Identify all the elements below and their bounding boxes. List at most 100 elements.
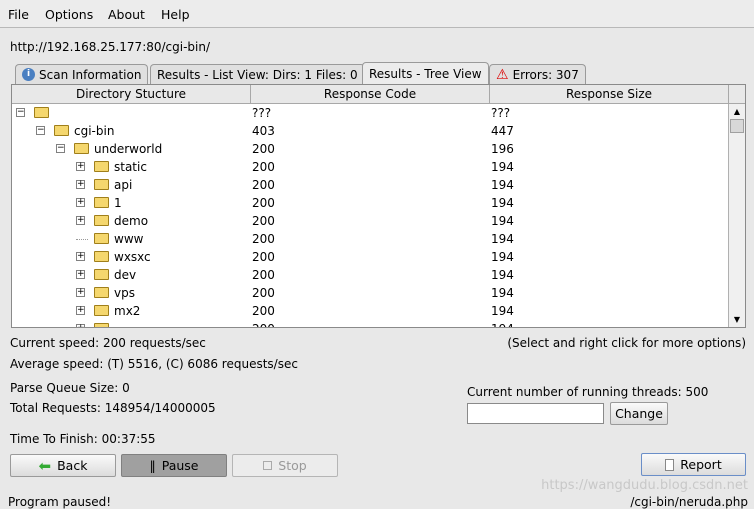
scroll-thumb[interactable] bbox=[730, 119, 744, 133]
response-size: ??? bbox=[491, 106, 511, 120]
target-url: http://192.168.25.177:80/cgi-bin/ bbox=[10, 40, 211, 54]
response-size: 194 bbox=[491, 214, 514, 228]
change-button[interactable]: Change bbox=[610, 402, 668, 425]
response-size: 194 bbox=[491, 160, 514, 174]
header-response-code[interactable]: Response Code bbox=[251, 85, 490, 104]
back-arrow-icon: ⬅ bbox=[38, 456, 52, 475]
response-code: ??? bbox=[252, 106, 272, 120]
pause-label: Pause bbox=[161, 458, 199, 473]
directory-name: demo bbox=[114, 214, 149, 228]
folder-icon bbox=[94, 161, 109, 172]
response-code: 200 bbox=[252, 232, 275, 246]
menu-options[interactable]: Options bbox=[45, 7, 93, 22]
tree-row[interactable]: +1 200 194 bbox=[12, 194, 728, 212]
tree-row[interactable]: +200 194 bbox=[12, 320, 728, 327]
average-speed: Average speed: (T) 5516, (C) 6086 reques… bbox=[10, 357, 298, 371]
current-speed: Current speed: 200 requests/sec bbox=[10, 336, 206, 350]
info-icon: i bbox=[22, 68, 35, 81]
collapse-toggle-icon[interactable]: − bbox=[36, 126, 45, 135]
response-size: 447 bbox=[491, 124, 514, 138]
response-size: 194 bbox=[491, 178, 514, 192]
time-to-finish: Time To Finish: 00:37:55 bbox=[10, 432, 156, 446]
back-button[interactable]: ⬅ Back bbox=[10, 454, 116, 477]
menu-help[interactable]: Help bbox=[161, 7, 190, 22]
response-code: 200 bbox=[252, 250, 275, 264]
response-code: 200 bbox=[252, 142, 275, 156]
watermark: https://wangdudu.blog.csdn.net bbox=[541, 478, 748, 493]
header-response-size[interactable]: Response Size bbox=[490, 85, 729, 104]
tree-row[interactable]: + demo 200 194 bbox=[12, 212, 728, 230]
tab-label: Results - Tree View bbox=[369, 66, 482, 81]
response-size: 194 bbox=[491, 304, 514, 318]
tree-row[interactable]: − underworld 200 196 bbox=[12, 140, 728, 158]
report-document-icon bbox=[665, 458, 675, 471]
stop-label: Stop bbox=[278, 458, 307, 473]
menu-about[interactable]: About bbox=[108, 7, 145, 22]
open-folder-icon bbox=[94, 233, 109, 244]
tab-errors[interactable]: ⚠ Errors: 307 bbox=[489, 64, 586, 84]
folder-icon bbox=[94, 305, 109, 316]
response-code: 403 bbox=[252, 124, 275, 138]
threads-input[interactable] bbox=[467, 403, 604, 424]
pause-button[interactable]: ‖ Pause bbox=[121, 454, 227, 477]
response-size: 194 bbox=[491, 320, 514, 327]
scroll-up-arrow[interactable]: ▲ bbox=[729, 104, 745, 119]
tree-row[interactable]: −?????? bbox=[12, 104, 728, 122]
response-size: 194 bbox=[491, 250, 514, 264]
folder-icon bbox=[94, 179, 109, 190]
tab-list-view[interactable]: Results - List View: Dirs: 1 Files: 0 bbox=[150, 64, 365, 84]
tab-label: Scan Information bbox=[39, 67, 142, 82]
report-button[interactable]: Report bbox=[641, 453, 746, 476]
scroll-down-arrow[interactable]: ▼ bbox=[729, 312, 745, 327]
expand-toggle-icon[interactable]: + bbox=[76, 324, 85, 327]
pause-icon: ‖ bbox=[149, 458, 156, 473]
expand-toggle-icon[interactable]: + bbox=[76, 180, 85, 189]
tab-scan-information[interactable]: i Scan Information bbox=[15, 64, 149, 84]
expand-toggle-icon[interactable]: + bbox=[76, 270, 85, 279]
response-code: 200 bbox=[252, 160, 275, 174]
folder-icon bbox=[94, 269, 109, 280]
expand-toggle-icon[interactable]: + bbox=[76, 288, 85, 297]
tree-row[interactable]: + dev 200 194 bbox=[12, 266, 728, 284]
response-code: 200 bbox=[252, 286, 275, 300]
tree-row[interactable]: + static 200 194 bbox=[12, 158, 728, 176]
folder-icon bbox=[94, 251, 109, 262]
tree-row[interactable]: + mx2 200 194 bbox=[12, 302, 728, 320]
directory-name: mx2 bbox=[114, 304, 141, 318]
response-code: 200 bbox=[252, 196, 275, 210]
directory-name: api bbox=[114, 178, 133, 192]
back-label: Back bbox=[57, 458, 88, 473]
tab-tree-view[interactable]: Results - Tree View bbox=[362, 62, 489, 84]
directory-name: static bbox=[114, 160, 147, 174]
right-click-hint: (Select and right click for more options… bbox=[507, 336, 746, 350]
expand-toggle-icon[interactable]: + bbox=[76, 216, 85, 225]
open-folder-icon bbox=[74, 143, 89, 154]
total-requests: Total Requests: 148954/14000005 bbox=[10, 401, 216, 415]
collapse-toggle-icon[interactable]: − bbox=[16, 108, 25, 117]
tree-row[interactable]: + vps 200 194 bbox=[12, 284, 728, 302]
tree-row[interactable]: + wxsxc 200 194 bbox=[12, 248, 728, 266]
menu-file[interactable]: File bbox=[8, 7, 29, 22]
collapse-toggle-icon[interactable]: − bbox=[56, 144, 65, 153]
vertical-scrollbar[interactable]: ▲ ▼ bbox=[728, 104, 745, 327]
expand-toggle-icon[interactable]: + bbox=[76, 306, 85, 315]
response-size: 196 bbox=[491, 142, 514, 156]
tree-row[interactable]: + api 200 194 bbox=[12, 176, 728, 194]
stop-icon bbox=[263, 461, 273, 470]
response-code: 200 bbox=[252, 178, 275, 192]
warning-icon: ⚠ bbox=[496, 66, 509, 83]
expand-toggle-icon[interactable]: + bbox=[76, 162, 85, 171]
response-code: 200 bbox=[252, 268, 275, 282]
tab-label: Results - List View: Dirs: 1 Files: 0 bbox=[157, 67, 358, 82]
response-code: 200 bbox=[252, 320, 275, 327]
tab-label: Errors: 307 bbox=[512, 67, 579, 82]
tree-row[interactable]: www 200 194 bbox=[12, 230, 728, 248]
folder-icon bbox=[94, 323, 109, 327]
results-tree-table: Directory Stucture Response Code Respons… bbox=[11, 84, 746, 328]
stop-button[interactable]: Stop bbox=[232, 454, 338, 477]
tree-line bbox=[76, 239, 88, 240]
header-directory[interactable]: Directory Stucture bbox=[12, 85, 251, 104]
expand-toggle-icon[interactable]: + bbox=[76, 198, 85, 207]
tree-row[interactable]: − cgi-bin 403 447 bbox=[12, 122, 728, 140]
expand-toggle-icon[interactable]: + bbox=[76, 252, 85, 261]
